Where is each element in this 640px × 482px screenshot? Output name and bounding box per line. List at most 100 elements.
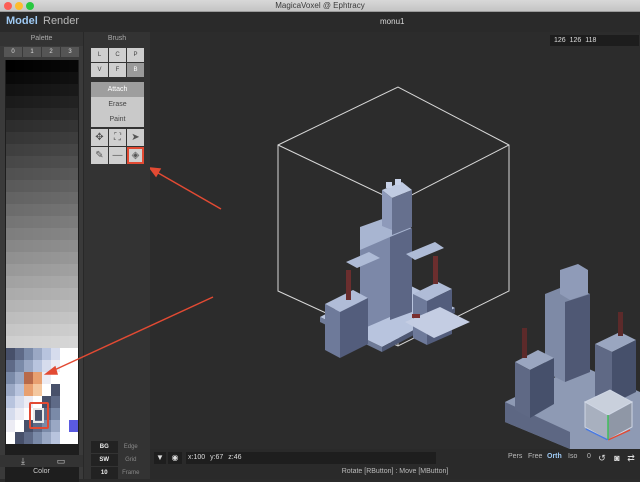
- palette-swatch[interactable]: [24, 228, 33, 240]
- palette-swatch[interactable]: [69, 396, 78, 408]
- palette-tab-3[interactable]: 3: [61, 47, 79, 57]
- palette-swatch[interactable]: [15, 408, 24, 420]
- grid-toggle[interactable]: Grid: [118, 454, 145, 466]
- palette-swatch[interactable]: [24, 252, 33, 264]
- brush-type-p[interactable]: P: [127, 48, 144, 62]
- palette-swatch[interactable]: [42, 360, 51, 372]
- palette-swatch[interactable]: [69, 300, 78, 312]
- frame-size-field[interactable]: 10: [91, 467, 118, 479]
- palette-swatch[interactable]: [69, 72, 78, 84]
- palette-swatch[interactable]: [33, 336, 42, 348]
- palette-swatch[interactable]: [33, 120, 42, 132]
- palette-swatch[interactable]: [42, 84, 51, 96]
- palette-swatch[interactable]: [51, 156, 60, 168]
- palette-swatch[interactable]: [69, 408, 78, 420]
- palette-swatch[interactable]: [51, 252, 60, 264]
- palette-swatch[interactable]: [60, 420, 69, 432]
- palette-swatch[interactable]: [33, 384, 42, 396]
- palette-swatch[interactable]: [51, 360, 60, 372]
- palette-swatch[interactable]: [15, 276, 24, 288]
- palette-swatch[interactable]: [51, 408, 60, 420]
- palette-swatch[interactable]: [60, 288, 69, 300]
- palette-swatch[interactable]: [69, 432, 78, 444]
- palette-swatch[interactable]: [60, 432, 69, 444]
- palette-swatch[interactable]: [42, 252, 51, 264]
- palette-swatch[interactable]: [33, 312, 42, 324]
- palette-swatch[interactable]: [15, 288, 24, 300]
- attach-button[interactable]: Attach: [91, 82, 144, 97]
- palette-swatch[interactable]: [51, 216, 60, 228]
- swap-view-icon[interactable]: ⇄: [625, 452, 637, 464]
- view-iso[interactable]: Iso: [568, 453, 577, 460]
- fill-icon[interactable]: ◈: [127, 147, 144, 164]
- palette-swatch[interactable]: [42, 72, 51, 84]
- palette-swatch[interactable]: [6, 264, 15, 276]
- palette-swatch[interactable]: [69, 192, 78, 204]
- palette-swatch[interactable]: [24, 120, 33, 132]
- palette-swatch[interactable]: [6, 192, 15, 204]
- palette-swatch[interactable]: [24, 276, 33, 288]
- palette-swatch[interactable]: [33, 192, 42, 204]
- palette-swatch[interactable]: [60, 228, 69, 240]
- palette-swatch[interactable]: [33, 144, 42, 156]
- palette-swatch[interactable]: [6, 276, 15, 288]
- palette-swatch[interactable]: [24, 384, 33, 396]
- line-icon[interactable]: —: [109, 147, 126, 164]
- palette-swatch[interactable]: [42, 204, 51, 216]
- palette-swatch[interactable]: [6, 96, 15, 108]
- collapse-icon[interactable]: ▼: [154, 452, 166, 464]
- palette-swatch[interactable]: [69, 240, 78, 252]
- palette-swatch[interactable]: [69, 204, 78, 216]
- palette-swatch[interactable]: [69, 336, 78, 348]
- palette-swatch[interactable]: [24, 72, 33, 84]
- palette-swatch[interactable]: [15, 300, 24, 312]
- palette-swatch[interactable]: [6, 300, 15, 312]
- palette-swatch[interactable]: [15, 156, 24, 168]
- palette-swatch[interactable]: [6, 384, 15, 396]
- palette-swatch[interactable]: [6, 180, 15, 192]
- palette-swatch[interactable]: [60, 120, 69, 132]
- palette-swatch[interactable]: [33, 240, 42, 252]
- palette-swatch[interactable]: [6, 156, 15, 168]
- palette-swatch[interactable]: [42, 228, 51, 240]
- palette-swatch[interactable]: [51, 336, 60, 348]
- palette-swatch[interactable]: [42, 216, 51, 228]
- palette-swatch[interactable]: [33, 156, 42, 168]
- palette-swatch[interactable]: [6, 240, 15, 252]
- palette-swatch[interactable]: [60, 60, 69, 72]
- palette-swatch[interactable]: [51, 396, 60, 408]
- palette-swatch[interactable]: [60, 156, 69, 168]
- palette-swatch[interactable]: [42, 384, 51, 396]
- palette-swatch[interactable]: [33, 84, 42, 96]
- palette-swatch[interactable]: [24, 144, 33, 156]
- palette-swatch[interactable]: [69, 168, 78, 180]
- sw-toggle[interactable]: SW: [91, 454, 118, 466]
- palette-swatch[interactable]: [42, 108, 51, 120]
- palette-swatch[interactable]: [24, 132, 33, 144]
- palette-swatch[interactable]: [51, 324, 60, 336]
- view-orth[interactable]: Orth: [547, 453, 562, 460]
- palette-swatch[interactable]: [24, 348, 33, 360]
- palette-swatch[interactable]: [51, 84, 60, 96]
- palette-swatch[interactable]: [24, 216, 33, 228]
- palette-swatch[interactable]: [51, 432, 60, 444]
- palette-swatch[interactable]: [60, 312, 69, 324]
- palette-swatch[interactable]: [33, 132, 42, 144]
- palette-swatch[interactable]: [33, 324, 42, 336]
- palette-swatch[interactable]: [15, 264, 24, 276]
- palette-swatch[interactable]: [6, 204, 15, 216]
- palette-swatch[interactable]: [69, 252, 78, 264]
- brush-type-f[interactable]: F: [109, 63, 126, 77]
- palette-swatch[interactable]: [6, 72, 15, 84]
- palette-swatch[interactable]: [51, 300, 60, 312]
- palette-swatch[interactable]: [60, 384, 69, 396]
- palette-swatch[interactable]: [42, 156, 51, 168]
- palette-grid[interactable]: [5, 60, 79, 482]
- palette-swatch[interactable]: [15, 120, 24, 132]
- palette-swatch[interactable]: [24, 324, 33, 336]
- palette-swatch[interactable]: [51, 120, 60, 132]
- palette-swatch[interactable]: [15, 324, 24, 336]
- palette-swatch[interactable]: [24, 312, 33, 324]
- palette-swatch[interactable]: [69, 108, 78, 120]
- palette-swatch[interactable]: [69, 264, 78, 276]
